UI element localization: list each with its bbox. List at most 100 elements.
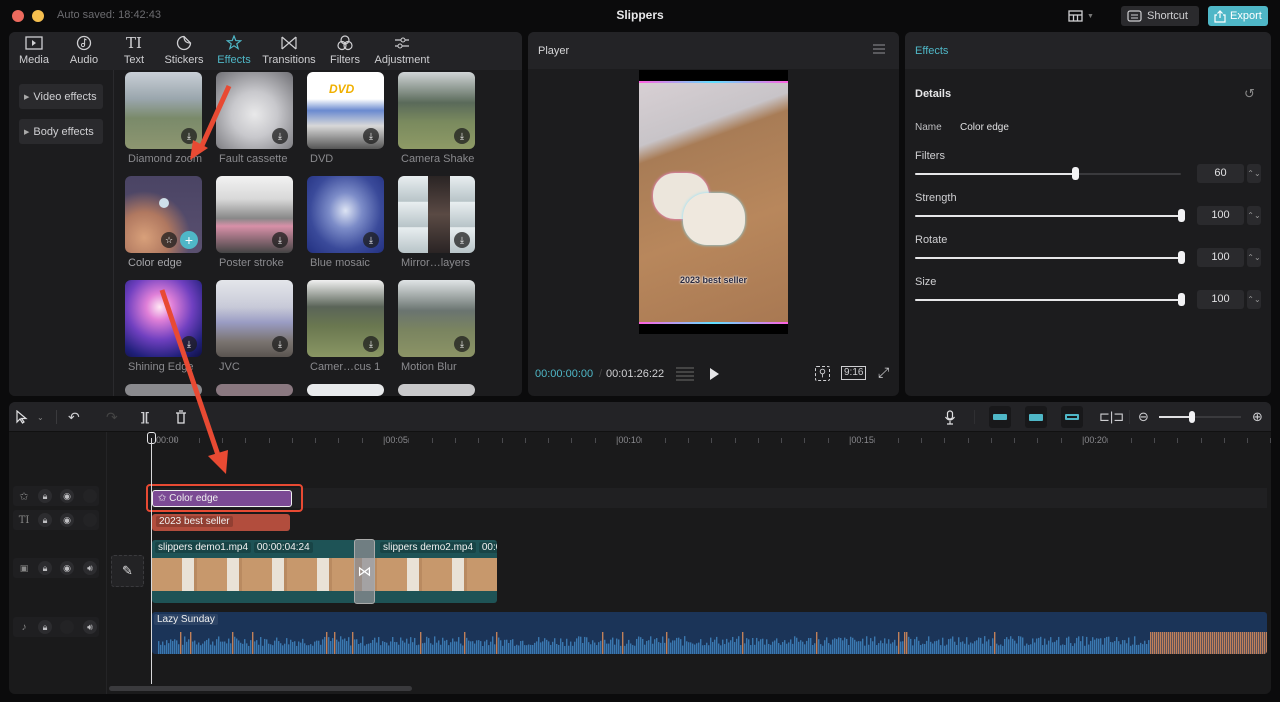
download-icon[interactable]: ⤓ [181, 336, 197, 352]
timeline-zoom-slider[interactable] [1159, 411, 1241, 423]
effect-card[interactable]: ⤓ Camer…cus 1 [307, 280, 384, 376]
lock-icon[interactable]: 🔒︎ [38, 489, 52, 503]
stepper-icon[interactable]: ⌃⌄ [1247, 248, 1261, 267]
split-icon[interactable]: ][ [141, 409, 149, 425]
lock-icon[interactable]: 🔒︎ [38, 620, 52, 634]
param-value-input[interactable]: 100 [1197, 248, 1244, 267]
playhead[interactable] [151, 438, 152, 684]
download-icon[interactable]: ⤓ [454, 336, 470, 352]
waveform-bar [254, 641, 256, 654]
favorite-star-icon[interactable]: ☆ [161, 232, 177, 248]
eye-icon[interactable]: ◉ [60, 513, 74, 527]
chevron-down-icon[interactable]: ⌄ [37, 409, 44, 425]
slider-knob[interactable] [1178, 209, 1185, 222]
download-icon[interactable]: ⤓ [363, 232, 379, 248]
zoom-slider-knob[interactable] [1188, 411, 1195, 423]
eye-icon[interactable]: ◉ [60, 561, 74, 575]
video-clip-2[interactable]: slippers demo2.mp4 00:0 [377, 540, 497, 558]
select-tool-icon[interactable] [16, 409, 28, 425]
stepper-icon[interactable]: ⌃⌄ [1247, 164, 1261, 183]
effect-card[interactable]: ⤓ Shining Edge [125, 280, 202, 376]
volume-icon[interactable]: 🔊︎ [83, 561, 97, 575]
eye-icon[interactable]: ◉ [60, 489, 74, 503]
param-label: Filters [915, 150, 945, 162]
slider-knob[interactable] [1178, 251, 1185, 264]
download-icon[interactable]: ⤓ [272, 232, 288, 248]
microphone-icon[interactable] [944, 409, 956, 425]
download-icon[interactable]: ⤓ [454, 128, 470, 144]
param-value-input[interactable]: 60 [1197, 164, 1244, 183]
effect-card[interactable]: ⤓ Fault cassette [216, 72, 293, 168]
linkage-button[interactable] [1061, 406, 1083, 428]
video-preview[interactable]: 2023 best seller [639, 70, 788, 334]
waveform-toggle-icon[interactable] [676, 367, 694, 381]
download-icon[interactable]: ⤓ [363, 128, 379, 144]
tab-transitions[interactable]: Transitions [259, 32, 319, 70]
tab-effects-properties[interactable]: Effects [915, 45, 948, 57]
lock-icon[interactable]: 🔒︎ [38, 561, 52, 575]
zoom-out-icon[interactable]: ⊖ [1138, 409, 1149, 425]
cover-edit-button[interactable]: ✎ [111, 555, 144, 587]
main-track-magnet-button[interactable] [989, 406, 1011, 428]
layout-icon [1068, 10, 1083, 22]
preview-axis-icon[interactable]: ⊏|⊐ [1099, 409, 1124, 425]
tab-media[interactable]: Media [9, 32, 59, 70]
video-clip-1[interactable]: slippers demo1.mp4 00:00:04:24 [152, 540, 354, 558]
slider-knob[interactable] [1178, 293, 1185, 306]
effect-card-selected[interactable]: ☆ + Color edge [125, 176, 202, 272]
lock-icon[interactable]: 🔒︎ [38, 513, 52, 527]
tab-stickers[interactable]: Stickers [159, 32, 209, 70]
layout-button[interactable]: ▼ [1068, 7, 1098, 25]
slider-knob[interactable] [1071, 167, 1079, 180]
add-effect-button[interactable]: + [180, 231, 198, 249]
param-value-input[interactable]: 100 [1197, 290, 1244, 309]
effect-card[interactable]: ⤓ Mirror…layers [398, 176, 475, 272]
effect-card[interactable]: ⤓ Motion Blur [398, 280, 475, 376]
timeline-ruler[interactable]: 00:00 |00:05 |00:10 |00:15 |00:20 [9, 432, 1271, 450]
effect-card[interactable]: DVD ⤓ DVD [307, 72, 384, 168]
effect-card[interactable]: ⤓ Camera Shake [398, 72, 475, 168]
undo-icon[interactable]: ↶ [68, 409, 80, 425]
tab-text[interactable]: TI Text [109, 32, 159, 70]
effect-card[interactable]: ⤓ Blue mosaic [307, 176, 384, 272]
download-icon[interactable]: ⤓ [272, 128, 288, 144]
param-slider[interactable] [915, 293, 1185, 306]
stepper-icon[interactable]: ⌃⌄ [1247, 290, 1261, 309]
tab-effects[interactable]: Effects [209, 32, 259, 70]
transition-marker[interactable]: ⋈ [354, 539, 375, 604]
clip-duration: 00:0 [478, 542, 497, 553]
auto-snap-button[interactable] [1025, 406, 1047, 428]
category-video-effects[interactable]: ▶ Video effects [19, 84, 103, 109]
audio-clip[interactable]: Lazy Sunday [152, 612, 1267, 654]
export-button[interactable]: Export [1208, 6, 1268, 26]
download-icon[interactable]: ⤓ [181, 128, 197, 144]
download-icon[interactable]: ⤓ [454, 232, 470, 248]
tab-filters[interactable]: Filters [319, 32, 371, 70]
fullscreen-icon[interactable]: ⤢ [878, 364, 889, 381]
category-body-effects[interactable]: ▶ Body effects [19, 119, 103, 144]
param-slider[interactable] [915, 209, 1185, 222]
tab-adjustment[interactable]: Adjustment [371, 32, 433, 70]
download-icon[interactable]: ⤓ [363, 336, 379, 352]
menu-icon[interactable] [873, 44, 885, 54]
effect-card[interactable]: ⤓ Poster stroke [216, 176, 293, 272]
text-clip[interactable]: 2023 best seller [152, 514, 290, 531]
effect-card[interactable]: ⤓ Diamond zoom [125, 72, 202, 168]
volume-icon[interactable]: 🔊︎ [83, 620, 97, 634]
download-icon[interactable]: ⤓ [272, 336, 288, 352]
shortcut-button[interactable]: Shortcut [1121, 6, 1199, 26]
timeline-horizontal-scrollbar[interactable] [109, 686, 412, 691]
tab-audio[interactable]: Audio [59, 32, 109, 70]
zoom-in-icon[interactable]: ⊕ [1252, 409, 1263, 425]
effect-card[interactable]: ⤓ JVC [216, 280, 293, 376]
param-slider[interactable] [915, 167, 1181, 180]
waveform-bar [194, 640, 196, 654]
zoom-fit-icon[interactable]: ⚲ [815, 366, 830, 381]
param-value-input[interactable]: 100 [1197, 206, 1244, 225]
aspect-ratio-button[interactable]: 9:16 [841, 366, 867, 380]
param-slider[interactable] [915, 251, 1185, 264]
stepper-icon[interactable]: ⌃⌄ [1247, 206, 1261, 225]
reset-icon[interactable]: ↺ [1244, 86, 1255, 102]
delete-icon[interactable] [175, 409, 187, 425]
play-button[interactable] [710, 368, 719, 380]
